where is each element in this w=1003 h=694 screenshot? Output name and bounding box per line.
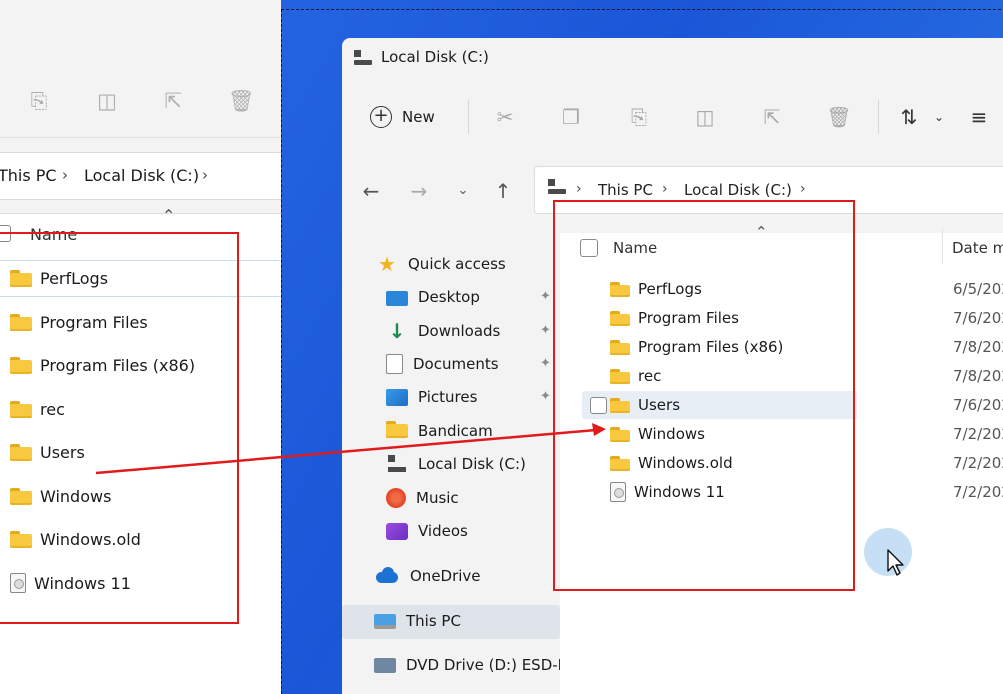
arrow-line (95, 428, 597, 475)
arrow-head (592, 423, 606, 436)
mouse-cursor-icon (887, 549, 904, 576)
annotation-arrow (95, 423, 606, 475)
